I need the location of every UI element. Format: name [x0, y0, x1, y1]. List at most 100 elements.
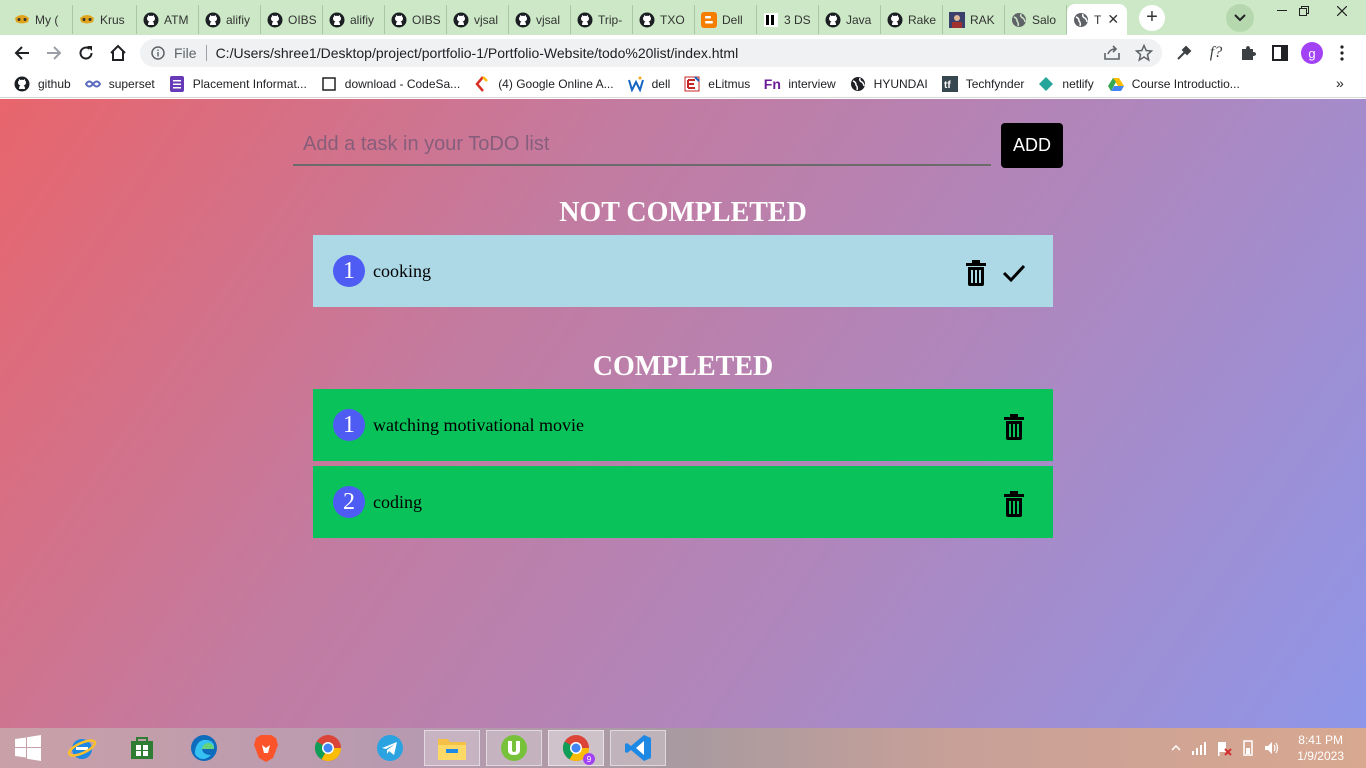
- system-clock[interactable]: 8:41 PM 1/9/2023: [1297, 732, 1344, 764]
- fonts-extension-icon[interactable]: f?: [1204, 41, 1228, 65]
- network-flag-icon[interactable]: [1216, 740, 1232, 756]
- volume-icon[interactable]: [1264, 740, 1280, 756]
- bookmark-star-button[interactable]: [1132, 41, 1156, 65]
- star-icon: [1135, 44, 1153, 62]
- home-button[interactable]: [102, 37, 134, 69]
- drive-icon: [1107, 76, 1124, 92]
- eyedropper-extension-button[interactable]: [1172, 41, 1196, 65]
- bookmark-github[interactable]: github: [14, 76, 71, 92]
- github-icon: [577, 12, 593, 28]
- share-button[interactable]: [1100, 41, 1124, 65]
- chrome-menu-button[interactable]: [1330, 41, 1354, 65]
- browser-tab[interactable]: 3 DS: [757, 5, 819, 34]
- tf-icon: tf: [941, 76, 958, 92]
- globe-icon: [850, 76, 866, 92]
- browser-tab[interactable]: Java: [819, 5, 881, 34]
- reload-button[interactable]: [70, 37, 102, 69]
- active-browser-tab[interactable]: T ✕: [1067, 4, 1127, 35]
- profile-button[interactable]: g: [1300, 41, 1324, 65]
- file-explorer-taskbar-button[interactable]: [424, 730, 480, 766]
- add-task-button[interactable]: ADD: [1001, 123, 1063, 168]
- url-text[interactable]: C:/Users/shree1/Desktop/project/portfoli…: [216, 45, 739, 61]
- complete-button[interactable]: [1002, 259, 1026, 287]
- github-icon: [887, 12, 903, 28]
- bookmark-google-online[interactable]: (4) Google Online A...: [474, 76, 614, 92]
- info-icon[interactable]: [150, 45, 166, 61]
- close-window-button[interactable]: [1322, 0, 1362, 22]
- chrome-taskbar-button[interactable]: [300, 730, 356, 766]
- browser-tab[interactable]: vjsal: [447, 5, 509, 34]
- start-button[interactable]: [0, 730, 56, 766]
- bookmark-elitmus[interactable]: eLitmus: [684, 76, 750, 92]
- tab-search-button[interactable]: [1226, 4, 1254, 32]
- browser-tab[interactable]: ATM: [137, 5, 199, 34]
- browser-tab[interactable]: alifiy: [323, 5, 385, 34]
- file-scheme-label: File: [174, 45, 197, 61]
- kebab-menu-icon: [1340, 45, 1344, 61]
- clock-date: 1/9/2023: [1297, 749, 1344, 763]
- task-input[interactable]: [293, 124, 991, 166]
- browser-tab[interactable]: TXO: [633, 5, 695, 34]
- bookmark-hyundai[interactable]: HYUNDAI: [850, 76, 928, 92]
- back-button[interactable]: [6, 37, 38, 69]
- bookmark-course[interactable]: Course Introductio...: [1107, 76, 1240, 92]
- home-icon: [110, 44, 126, 61]
- back-arrow-icon: [14, 46, 29, 60]
- browser-tab[interactable]: Salo: [1005, 5, 1067, 34]
- close-tab-icon[interactable]: ✕: [1107, 11, 1119, 28]
- browser-tab[interactable]: Krus: [73, 5, 137, 34]
- browser-tab[interactable]: My (: [8, 5, 73, 34]
- store-taskbar-button[interactable]: [114, 730, 170, 766]
- signal-icon[interactable]: [1192, 740, 1208, 756]
- mask-icon: [14, 12, 30, 28]
- bookmark-interview[interactable]: Fn interview: [764, 76, 836, 92]
- chrome-active-taskbar-button[interactable]: 9: [548, 730, 604, 766]
- bookmark-dell[interactable]: dell: [627, 76, 670, 92]
- telegram-taskbar-button[interactable]: [362, 730, 418, 766]
- bookmark-superset[interactable]: superset: [84, 76, 155, 92]
- trash-icon: [1004, 491, 1024, 517]
- browser-tab[interactable]: RAK: [943, 5, 1005, 34]
- site-icon: [763, 12, 779, 28]
- battery-icon[interactable]: [1240, 740, 1256, 756]
- svg-text:tf: tf: [944, 80, 951, 91]
- netlify-icon: [1038, 76, 1054, 92]
- browser-tab[interactable]: Dell: [695, 5, 757, 34]
- github-icon: [14, 76, 30, 92]
- ie-taskbar-button[interactable]: [54, 730, 110, 766]
- delete-button[interactable]: [1002, 490, 1026, 518]
- globe-icon: [1073, 12, 1089, 28]
- bookmarks-overflow-chevron-icon[interactable]: »: [1336, 75, 1344, 91]
- vscode-taskbar-button[interactable]: [610, 730, 666, 766]
- extensions-button[interactable]: [1236, 41, 1260, 65]
- new-tab-button[interactable]: +: [1139, 4, 1165, 31]
- brave-taskbar-button[interactable]: [238, 730, 294, 766]
- browser-tab[interactable]: alifiy: [199, 5, 261, 34]
- item-number-badge: 1: [333, 255, 365, 287]
- restore-button[interactable]: [1284, 0, 1324, 22]
- check-icon: [1002, 264, 1026, 283]
- browser-tab[interactable]: Rake: [881, 5, 943, 34]
- forward-button[interactable]: [38, 37, 70, 69]
- bookmark-techfynder[interactable]: tf Techfynder: [941, 76, 1024, 92]
- not-completed-heading: NOT COMPLETED: [559, 197, 807, 228]
- bookmark-placement[interactable]: Placement Informat...: [169, 76, 307, 92]
- browser-tab[interactable]: vjsal: [509, 5, 571, 34]
- delete-button[interactable]: [964, 259, 988, 287]
- browser-tab[interactable]: OIBS: [385, 5, 447, 34]
- side-panel-button[interactable]: [1268, 41, 1292, 65]
- todo-item-not-completed: 1 cooking: [313, 235, 1053, 307]
- browser-tab[interactable]: OIBS: [261, 5, 323, 34]
- side-panel-icon: [1272, 45, 1288, 61]
- internet-explorer-icon: [67, 739, 97, 759]
- edge-taskbar-button[interactable]: [176, 730, 232, 766]
- utorrent-taskbar-button[interactable]: [486, 730, 542, 766]
- address-bar[interactable]: File C:/Users/shree1/Desktop/project/por…: [140, 39, 1162, 67]
- github-icon: [825, 12, 841, 28]
- bookmark-netlify[interactable]: netlify: [1038, 76, 1094, 92]
- bookmark-codesandbox[interactable]: download - CodeSa...: [321, 76, 460, 92]
- delete-button[interactable]: [1002, 413, 1026, 441]
- show-hidden-icons-chevron-icon[interactable]: [1168, 740, 1184, 756]
- item-number-badge: 1: [333, 409, 365, 441]
- browser-tab[interactable]: Trip-: [571, 5, 633, 34]
